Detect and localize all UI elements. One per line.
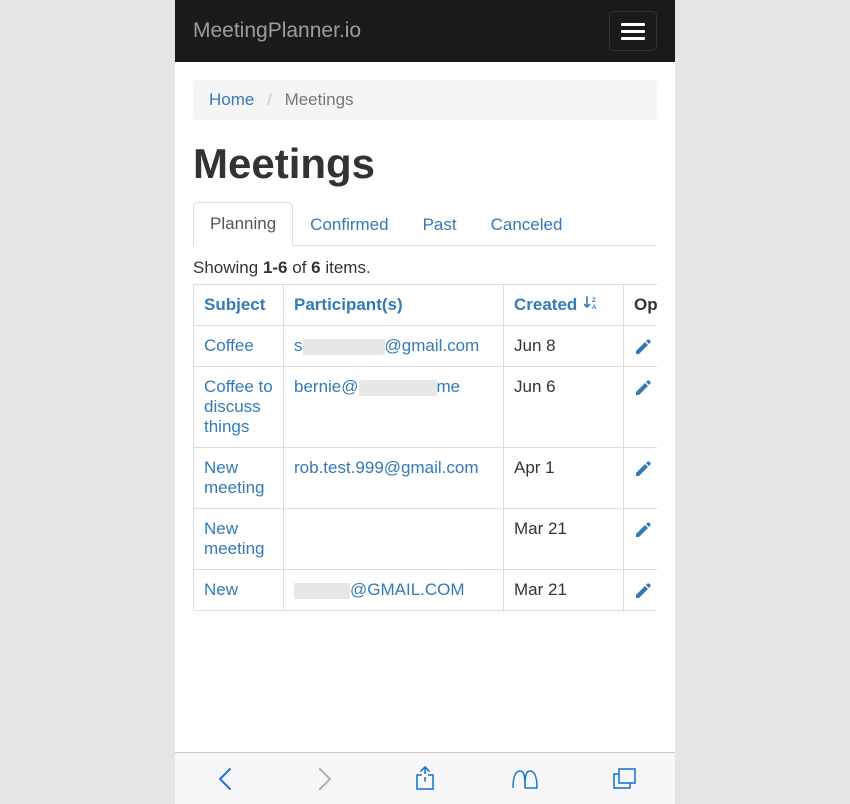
- share-button[interactable]: [409, 763, 441, 795]
- redacted-text: [294, 583, 350, 599]
- delete-icon[interactable]: [656, 460, 657, 478]
- edit-icon[interactable]: [634, 582, 652, 600]
- breadcrumb-current: Meetings: [285, 90, 354, 109]
- subject-link[interactable]: New meeting: [204, 458, 264, 497]
- col-header-subject[interactable]: Subject: [194, 285, 284, 326]
- breadcrumb-separator: /: [267, 90, 272, 109]
- created-cell: Jun 6: [504, 367, 624, 448]
- table-row: Coffee to discuss things bernie@me Jun 6: [194, 367, 658, 448]
- participant-link[interactable]: rob.test.999@gmail.com: [294, 458, 479, 477]
- delete-icon[interactable]: [656, 379, 657, 397]
- tab-canceled[interactable]: Canceled: [474, 203, 580, 246]
- subject-link[interactable]: New meeting: [204, 519, 264, 558]
- sort-desc-icon: Z A: [584, 296, 600, 310]
- edit-icon[interactable]: [634, 379, 652, 397]
- tab-planning[interactable]: Planning: [193, 202, 293, 246]
- subject-link[interactable]: New: [204, 580, 238, 599]
- page-content: Home / Meetings Meetings Planning Confir…: [175, 62, 675, 752]
- created-cell: Apr 1: [504, 448, 624, 509]
- edit-icon[interactable]: [634, 521, 652, 539]
- redacted-text: [359, 380, 437, 396]
- col-header-participants[interactable]: Participant(s): [284, 285, 504, 326]
- options-cell: [624, 367, 658, 448]
- mobile-viewport: MeetingPlanner.io Home / Meetings Meetin…: [175, 0, 675, 804]
- participant-link[interactable]: bernie@me: [294, 377, 460, 396]
- bookmarks-button[interactable]: [509, 763, 541, 795]
- subject-link[interactable]: Coffee to discuss things: [204, 377, 273, 436]
- col-header-options: Options: [624, 285, 658, 326]
- back-button[interactable]: [209, 763, 241, 795]
- svg-text:Z: Z: [592, 298, 596, 304]
- edit-icon[interactable]: [634, 338, 652, 356]
- options-cell: [624, 448, 658, 509]
- options-cell: [624, 570, 658, 611]
- table-wrapper: Subject Participant(s) Created Z A: [193, 284, 657, 611]
- results-summary: Showing 1-6 of 6 items.: [193, 258, 657, 278]
- tab-past[interactable]: Past: [406, 203, 474, 246]
- brand-link[interactable]: MeetingPlanner.io: [193, 19, 361, 43]
- created-cell: Jun 8: [504, 326, 624, 367]
- hamburger-menu-button[interactable]: [609, 11, 657, 51]
- subject-link[interactable]: Coffee: [204, 336, 254, 355]
- tabs: Planning Confirmed Past Canceled: [193, 202, 657, 246]
- breadcrumb-home[interactable]: Home: [209, 90, 254, 109]
- options-cell: [624, 326, 658, 367]
- browser-toolbar: [175, 752, 675, 804]
- created-cell: Mar 21: [504, 509, 624, 570]
- page-title: Meetings: [193, 140, 657, 188]
- breadcrumb: Home / Meetings: [193, 80, 657, 120]
- options-cell: [624, 509, 658, 570]
- edit-icon[interactable]: [634, 460, 652, 478]
- table-row: New meeting rob.test.999@gmail.com Apr 1: [194, 448, 658, 509]
- table-row: Coffee s@gmail.com Jun 8: [194, 326, 658, 367]
- meetings-table: Subject Participant(s) Created Z A: [193, 284, 657, 611]
- participant-link[interactable]: @GMAIL.COM: [294, 580, 465, 599]
- table-row: New meeting Mar 21: [194, 509, 658, 570]
- delete-icon[interactable]: [656, 338, 657, 356]
- col-header-created[interactable]: Created Z A: [504, 285, 624, 326]
- delete-icon[interactable]: [656, 521, 657, 539]
- tab-confirmed[interactable]: Confirmed: [293, 203, 405, 246]
- delete-icon[interactable]: [656, 582, 657, 600]
- created-cell: Mar 21: [504, 570, 624, 611]
- forward-button[interactable]: [309, 763, 341, 795]
- navbar: MeetingPlanner.io: [175, 0, 675, 62]
- participant-link[interactable]: s@gmail.com: [294, 336, 479, 355]
- svg-text:A: A: [592, 305, 597, 310]
- redacted-text: [303, 339, 385, 355]
- table-row: New @GMAIL.COM Mar 21: [194, 570, 658, 611]
- tabs-button[interactable]: [609, 763, 641, 795]
